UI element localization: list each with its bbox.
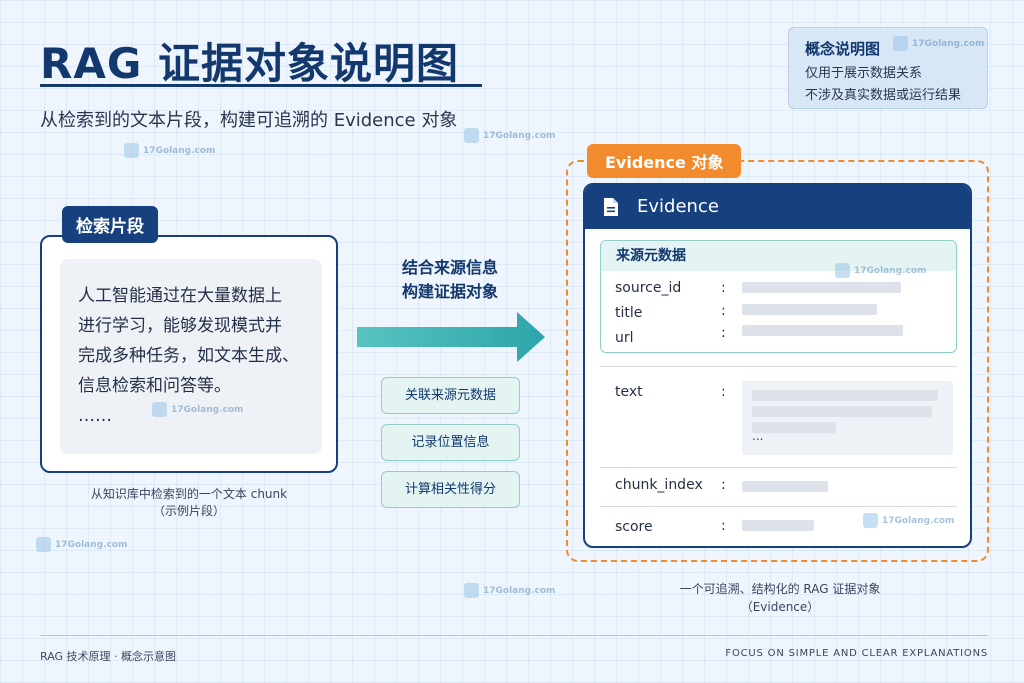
transform-label-line: 构建证据对象 <box>401 282 498 301</box>
field-divider <box>600 506 957 507</box>
page-title: RAG 证据对象说明图 <box>40 39 459 88</box>
transform-label-line: 结合来源信息 <box>401 258 498 277</box>
field-colon: : <box>721 280 726 296</box>
concept-note-line: 仅用于展示数据关系 <box>805 66 923 81</box>
evidence-card: Evidence 来源元数据 source_id : title : url :… <box>583 183 972 548</box>
source-metadata-box: 来源元数据 <box>600 240 957 353</box>
step-record-position: 记录位置信息 <box>381 424 520 461</box>
chunk-text-line: 人工智能通过在大量数据上 <box>78 286 282 306</box>
caption-line: （Evidence） <box>740 600 820 614</box>
watermark-logo-icon <box>835 263 850 278</box>
watermark: 17Golang.com <box>464 583 555 598</box>
footer-divider <box>40 635 988 636</box>
field-source-id: source_id <box>615 280 682 296</box>
field-divider <box>600 366 957 367</box>
evidence-object-tag: Evidence 对象 <box>587 144 742 178</box>
watermark-text: 17Golang.com <box>55 539 128 550</box>
watermark-logo-icon <box>863 513 878 528</box>
document-icon <box>604 198 618 216</box>
field-colon: : <box>721 477 726 493</box>
caption-line: 一个可追溯、结构化的 RAG 证据对象 <box>679 582 881 596</box>
evidence-caption: 一个可追溯、结构化的 RAG 证据对象 （Evidence） <box>640 580 920 616</box>
placeholder-bar <box>742 520 814 531</box>
watermark-logo-icon <box>124 143 139 158</box>
field-colon: : <box>721 384 726 400</box>
watermark-logo-icon <box>464 128 479 143</box>
watermark-logo-icon <box>464 583 479 598</box>
evidence-card-title: Evidence <box>637 196 719 217</box>
text-placeholder-box: ... <box>742 381 953 455</box>
page-subtitle: 从检索到的文本片段，构建可追溯的 Evidence 对象 <box>40 110 458 131</box>
transform-arrow-icon <box>357 312 545 362</box>
field-colon: : <box>721 325 726 341</box>
field-chunk-index: chunk_index <box>615 477 703 493</box>
watermark: 17Golang.com <box>464 128 555 143</box>
placeholder-bar <box>752 406 932 417</box>
footer-tagline: FOCUS ON SIMPLE AND CLEAR EXPLANATIONS <box>725 648 988 659</box>
field-colon: : <box>721 518 726 534</box>
retrieved-chunk-card: 人工智能通过在大量数据上 进行学习，能够发现模式并 完成多种任务，如文本生成、 … <box>40 235 338 473</box>
field-text: text <box>615 384 643 400</box>
concept-note-line: 不涉及真实数据或运行结果 <box>805 88 962 103</box>
watermark-text: 17Golang.com <box>171 404 244 415</box>
chunk-text-area: 人工智能通过在大量数据上 进行学习，能够发现模式并 完成多种任务，如文本生成、 … <box>60 259 322 454</box>
chunk-text-line: 信息检索和问答等。 <box>78 376 231 396</box>
watermark: 17Golang.com <box>863 513 954 528</box>
watermark-logo-icon <box>36 537 51 552</box>
placeholder-bar <box>752 390 938 401</box>
field-title: title <box>615 305 643 321</box>
placeholder-bar <box>742 282 901 293</box>
text-placeholder-ellipsis: ... <box>752 429 764 443</box>
watermark-text: 17Golang.com <box>912 38 985 49</box>
footer-left-text: RAG 技术原理 · 概念示意图 <box>40 650 177 663</box>
field-score: score <box>615 519 653 535</box>
transform-label: 结合来源信息 构建证据对象 <box>370 256 530 304</box>
chunk-text-line: 完成多种任务，如文本生成、 <box>78 346 299 366</box>
watermark-text: 17Golang.com <box>483 585 556 596</box>
retrieved-chunk-caption: 从知识库中检索到的一个文本 chunk （示例片段） <box>40 486 338 520</box>
placeholder-bar <box>742 325 903 336</box>
evidence-card-header: Evidence <box>585 185 970 229</box>
placeholder-bar <box>742 481 828 492</box>
watermark-text: 17Golang.com <box>483 130 556 141</box>
step-compute-score: 计算相关性得分 <box>381 471 520 508</box>
chunk-text-line: 进行学习，能够发现模式并 <box>78 316 282 336</box>
watermark: 17Golang.com <box>36 537 127 552</box>
watermark: 17Golang.com <box>152 402 243 417</box>
caption-line: 从知识库中检索到的一个文本 chunk <box>90 487 288 501</box>
caption-line: （示例片段） <box>152 504 225 518</box>
title-underline <box>40 84 482 87</box>
step-link-metadata: 关联来源元数据 <box>381 377 520 414</box>
placeholder-bar <box>742 304 877 315</box>
watermark-logo-icon <box>893 36 908 51</box>
watermark-text: 17Golang.com <box>854 265 927 276</box>
watermark: 17Golang.com <box>124 143 215 158</box>
placeholder-bar <box>752 422 836 433</box>
watermark-text: 17Golang.com <box>143 145 216 156</box>
field-url: url <box>615 330 634 346</box>
watermark-text: 17Golang.com <box>882 515 955 526</box>
retrieved-chunk-tag: 检索片段 <box>62 206 158 243</box>
field-colon: : <box>721 303 726 319</box>
field-divider <box>600 467 957 468</box>
watermark: 17Golang.com <box>835 263 926 278</box>
watermark: 17Golang.com <box>893 36 984 51</box>
watermark-logo-icon <box>152 402 167 417</box>
